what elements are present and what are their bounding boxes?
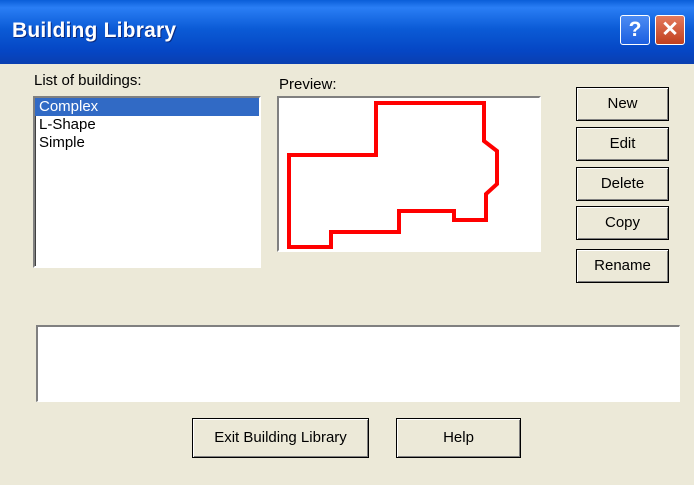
title-bar[interactable]: Building Library ? ✕ <box>0 0 694 64</box>
building-library-dialog: Building Library ? ✕ List of buildings: … <box>0 0 694 485</box>
help-button[interactable]: Help <box>396 418 521 458</box>
buildings-listbox[interactable]: Complex L-Shape Simple <box>33 96 261 268</box>
window-title: Building Library <box>12 19 177 42</box>
new-button[interactable]: New <box>576 87 669 121</box>
list-label: List of buildings: <box>34 72 142 89</box>
edit-button[interactable]: Edit <box>576 127 669 161</box>
rename-button[interactable]: Rename <box>576 249 669 283</box>
preview-label: Preview: <box>279 76 337 93</box>
preview-pane <box>277 96 541 252</box>
close-icon[interactable]: ✕ <box>655 15 685 45</box>
list-item-simple[interactable]: Simple <box>35 134 259 152</box>
delete-button[interactable]: Delete <box>576 167 669 201</box>
list-item-l-shape[interactable]: L-Shape <box>35 116 259 134</box>
copy-button[interactable]: Copy <box>576 206 669 240</box>
list-item-complex[interactable]: Complex <box>35 98 259 116</box>
building-outline <box>287 101 499 249</box>
exit-building-library-button[interactable]: Exit Building Library <box>192 418 369 458</box>
building-outline-preview <box>287 101 499 249</box>
message-box <box>36 325 680 402</box>
help-icon[interactable]: ? <box>620 15 650 45</box>
